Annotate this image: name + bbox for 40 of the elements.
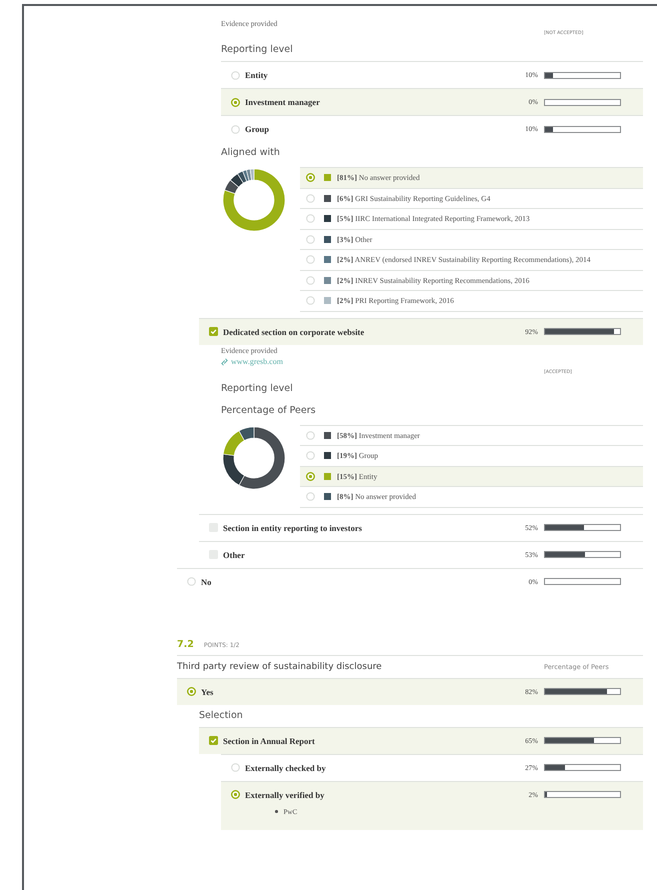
option-label: Section in entity reporting to investors — [223, 522, 363, 532]
option-label: Externally verified by — [245, 790, 326, 800]
radio-button[interactable] — [231, 763, 240, 772]
option-label: Yes — [201, 686, 214, 696]
section-heading: Percentage of Peers — [221, 404, 317, 418]
section-heading: Aligned with — [221, 146, 281, 160]
radio-button[interactable] — [306, 296, 315, 306]
radio-button[interactable] — [231, 98, 240, 106]
option-label: No — [201, 576, 212, 586]
radio-button[interactable] — [306, 472, 315, 481]
checkbox[interactable] — [209, 327, 218, 336]
section-heading: Reporting level — [221, 382, 294, 396]
radio-button[interactable] — [306, 492, 315, 502]
radio-button[interactable] — [306, 173, 315, 182]
radio-button[interactable] — [231, 124, 240, 134]
question-title: Third party review of sustainability disclosure — [177, 662, 383, 672]
option-label: Other — [223, 550, 246, 560]
link-icon — [221, 358, 228, 366]
bullet-icon — [275, 810, 278, 813]
option-label: Group — [245, 124, 270, 134]
radio-button[interactable] — [231, 790, 240, 799]
radio-button[interactable] — [187, 687, 196, 696]
radio-button[interactable] — [306, 430, 315, 440]
radio-button[interactable] — [306, 234, 315, 244]
option-label: Externally checked by — [245, 762, 327, 772]
radio-button[interactable] — [306, 214, 315, 224]
checkbox[interactable] — [209, 736, 218, 745]
option-label: Entity — [245, 70, 269, 80]
section-heading: Selection — [199, 708, 244, 722]
radio-button[interactable] — [306, 194, 315, 203]
option-label: Dedicated section on corporate website — [223, 326, 366, 336]
question-number: 7.2 — [177, 638, 194, 650]
radio-button[interactable] — [306, 451, 315, 460]
option-label: Investment manager — [245, 97, 321, 107]
radio-button[interactable] — [187, 577, 196, 586]
radio-button[interactable] — [231, 70, 240, 80]
radio-button[interactable] — [306, 276, 315, 285]
option-label: Section in Annual Report — [223, 736, 316, 746]
section-heading: Reporting level — [221, 43, 294, 57]
radio-button[interactable] — [306, 255, 315, 264]
